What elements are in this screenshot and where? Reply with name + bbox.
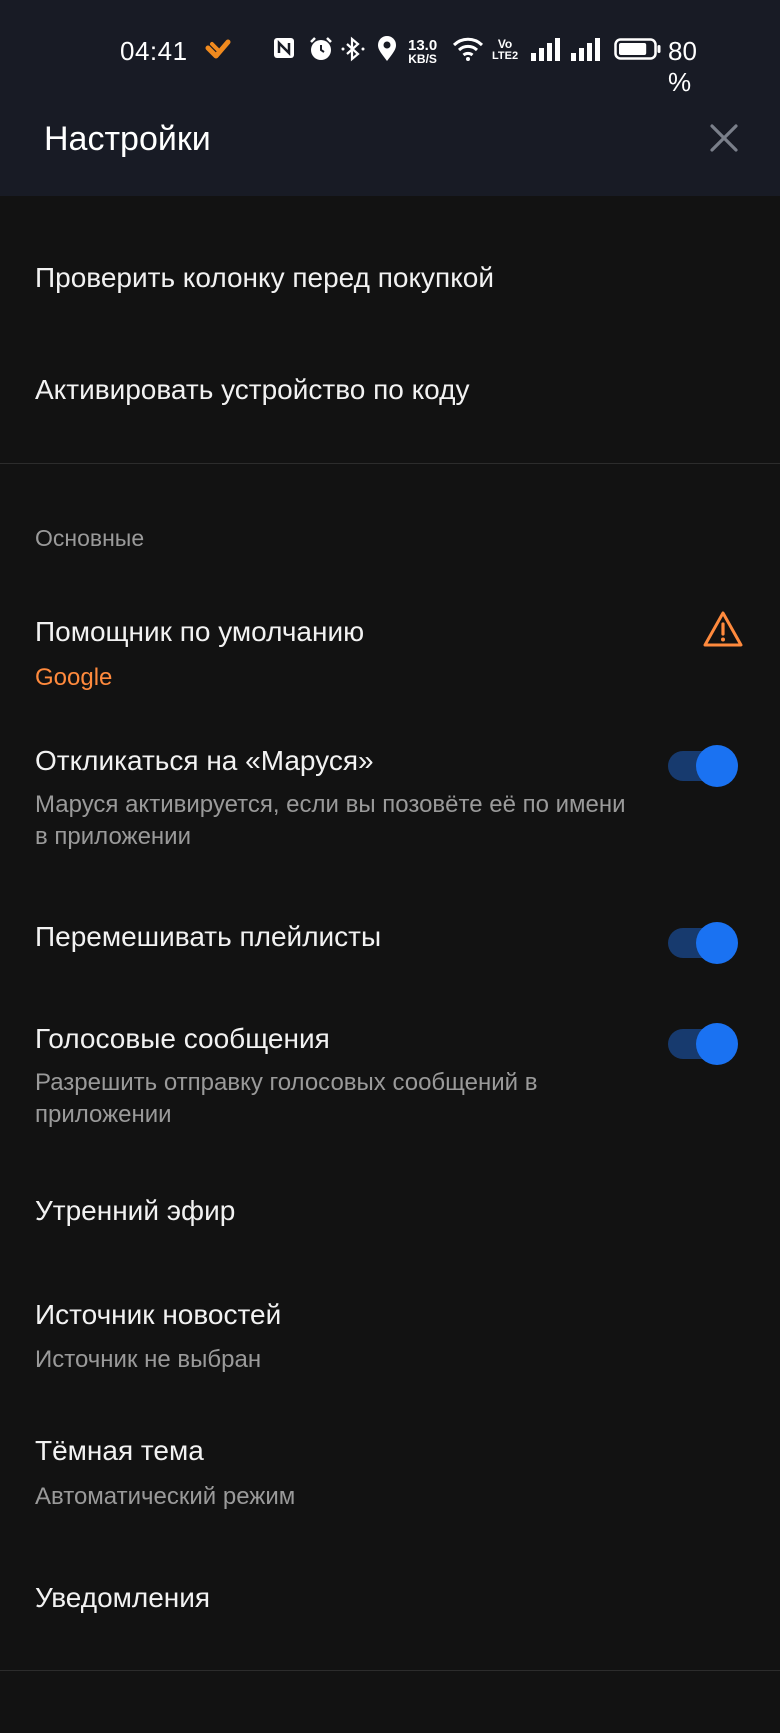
battery-percent: 80 % (668, 36, 697, 97)
app-bar: Настройки (0, 96, 780, 196)
location-icon (376, 36, 398, 67)
voice-messages-toggle[interactable] (668, 1023, 738, 1065)
status-bar: 04:41 13.0 KB/S Vo LTE2 80 % (0, 0, 780, 97)
warning-icon (702, 610, 744, 653)
item-title: Проверить колонку перед покупкой (35, 262, 494, 293)
signal-icon-2 (570, 36, 602, 67)
divider (0, 1670, 780, 1671)
item-title: Перемешивать плейлисты (35, 921, 382, 952)
item-subtitle: Источник не выбран (35, 1346, 262, 1373)
page-title: Настройки (44, 120, 211, 158)
section-header-main: Основные (35, 525, 145, 551)
item-title: Откликаться на «Маруся» (35, 745, 374, 776)
item-title: Голосовые сообщения (35, 1023, 330, 1054)
bluetooth-icon (340, 36, 366, 67)
item-title: Утренний эфир (35, 1195, 236, 1226)
signal-icon (530, 36, 562, 67)
item-title: Помощник по умолчанию (35, 616, 365, 647)
network-type: Vo LTE2 (492, 37, 519, 62)
close-button[interactable] (700, 116, 748, 164)
item-subtitle: Автоматический режим (35, 1483, 296, 1510)
toggle-knob (696, 1023, 738, 1065)
shuffle-toggle[interactable] (668, 922, 738, 964)
item-title: Источник новостей (35, 1299, 282, 1330)
close-icon (709, 123, 739, 158)
divider (0, 463, 780, 464)
battery-icon (614, 37, 662, 66)
app-logo-icon (205, 38, 231, 65)
item-value: Google (35, 664, 113, 691)
nfc-icon (272, 36, 296, 65)
status-time: 04:41 (120, 36, 188, 66)
item-title: Уведомления (35, 1582, 211, 1613)
speed-readout: 13.0 KB/S (408, 37, 438, 66)
item-title: Тёмная тема (35, 1435, 204, 1466)
toggle-knob (696, 745, 738, 787)
wifi-icon (452, 36, 484, 67)
marusya-toggle[interactable] (668, 745, 738, 787)
item-subtitle: Разрешить отправку голосовых сообщений в… (35, 1069, 538, 1128)
toggle-knob (696, 922, 738, 964)
item-title: Активировать устройство по коду (35, 374, 470, 405)
item-subtitle: Маруся активируется, если вы позовёте её… (35, 791, 626, 850)
alarm-icon (308, 36, 334, 67)
